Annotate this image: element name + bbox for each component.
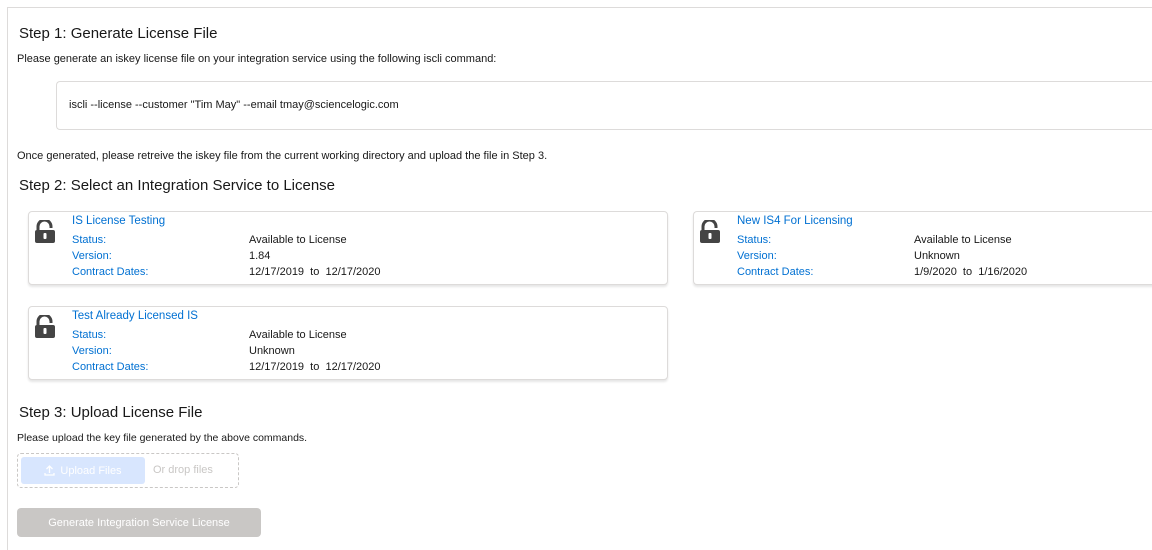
contract-dates-label: Contract Dates: (72, 361, 149, 373)
integration-service-card[interactable]: New IS4 For Licensing Status: Available … (693, 211, 1152, 285)
drop-files-text: Or drop files (153, 464, 213, 476)
version-value: Unknown (249, 345, 295, 357)
integration-service-card[interactable]: IS License Testing Status: Available to … (28, 211, 668, 285)
status-label: Status: (72, 329, 107, 341)
iscli-command: iscli --license --customer "Tim May" --e… (69, 99, 399, 111)
card-name-link[interactable]: Test Already Licensed IS (72, 310, 198, 322)
version-value: 1.84 (249, 250, 271, 262)
upload-files-label: Upload Files (60, 464, 122, 477)
card-name-link[interactable]: IS License Testing (72, 215, 165, 227)
card-name-link[interactable]: New IS4 For Licensing (737, 215, 853, 227)
status-label: Status: (737, 234, 772, 246)
contract-dates-value: 1/9/2020 to 1/16/2020 (914, 266, 1028, 278)
status-value: Available to License (914, 234, 1012, 246)
unlocked-padlock-icon (700, 220, 720, 243)
contract-dates-label: Contract Dates: (72, 266, 149, 278)
file-drop-zone[interactable]: Upload Files Or drop files (17, 453, 239, 488)
step3-instructions: Please upload the key file generated by … (17, 432, 308, 444)
step1-after-note: Once generated, please retreive the iske… (17, 150, 548, 162)
contract-dates-value: 12/17/2019 to 12/17/2020 (249, 266, 381, 278)
command-box: iscli --license --customer "Tim May" --e… (56, 81, 1152, 130)
step2-heading: Step 2: Select an Integration Service to… (19, 177, 336, 194)
version-value: Unknown (914, 250, 960, 262)
generate-license-button[interactable]: Generate Integration Service License (17, 508, 261, 537)
unlocked-padlock-icon (35, 220, 55, 243)
step1-heading: Step 1: Generate License File (19, 25, 218, 42)
upload-icon (44, 465, 56, 476)
step1-instructions: Please generate an iskey license file on… (17, 53, 497, 65)
contract-dates-label: Contract Dates: (737, 266, 814, 278)
version-label: Version: (72, 345, 112, 357)
status-label: Status: (72, 234, 107, 246)
integration-service-card[interactable]: Test Already Licensed IS Status: Availab… (28, 306, 668, 380)
status-value: Available to License (249, 329, 347, 341)
status-value: Available to License (249, 234, 347, 246)
version-label: Version: (737, 250, 777, 262)
upload-files-button[interactable]: Upload Files (21, 457, 145, 484)
contract-dates-value: 12/17/2019 to 12/17/2020 (249, 361, 381, 373)
unlocked-padlock-icon (35, 315, 55, 338)
version-label: Version: (72, 250, 112, 262)
step3-heading: Step 3: Upload License File (19, 404, 203, 421)
